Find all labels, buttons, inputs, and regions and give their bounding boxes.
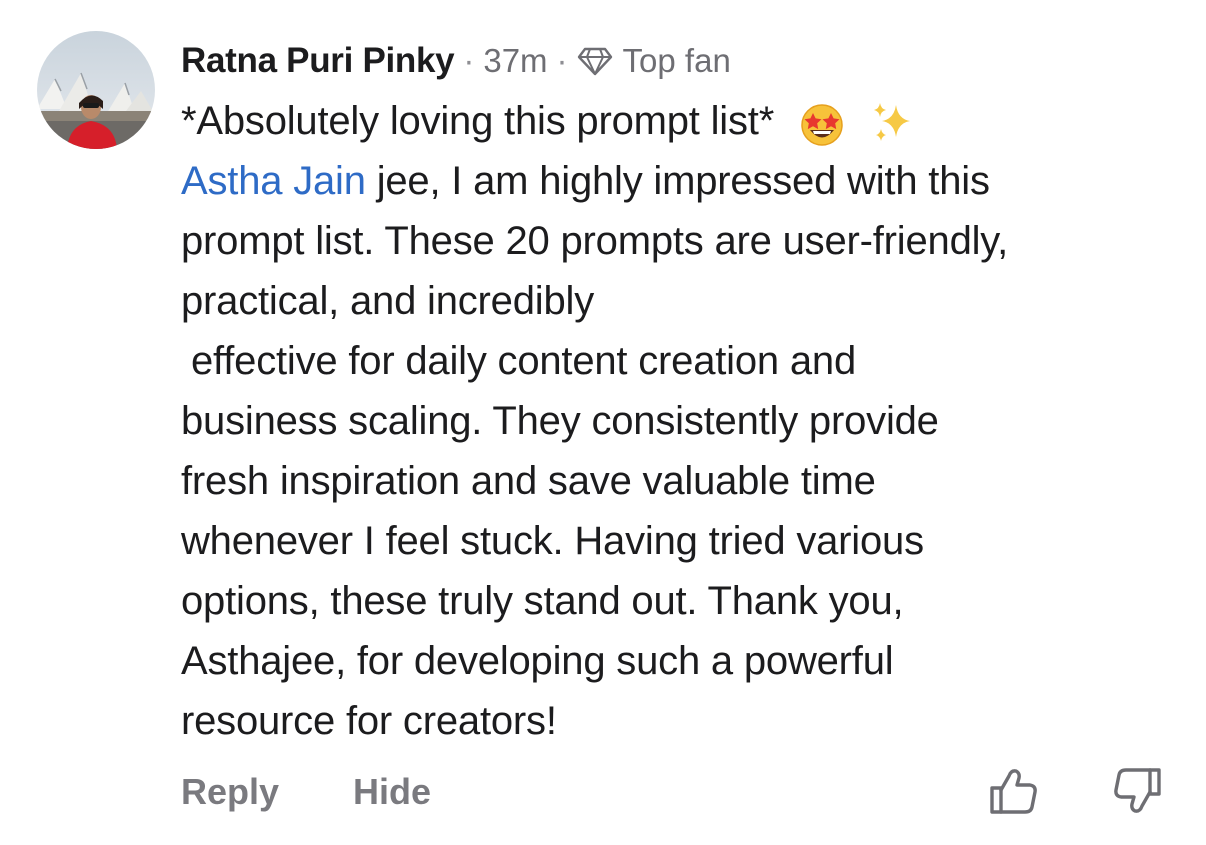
- diamond-icon: [577, 47, 612, 76]
- comment-time[interactable]: 37m: [483, 42, 547, 80]
- thumbs-up-icon[interactable]: [987, 764, 1041, 818]
- comment-text: jee, I am highly impressed with this: [365, 159, 990, 203]
- comment-line: fresh inspiration and save valuable time: [181, 459, 876, 503]
- comment-line: Astha Jain jee, I am highly impressed wi…: [181, 151, 1191, 211]
- top-fan-badge: Top fan: [622, 42, 731, 79]
- thumbs-down-icon[interactable]: [1110, 764, 1164, 818]
- comment-body: *Absolutely loving this prompt list* Ast…: [181, 91, 1191, 751]
- comment-text: *Absolutely loving this prompt list*: [181, 99, 775, 143]
- comment-line: Asthajee, for developing such a powerful: [181, 639, 894, 683]
- comment-line: *Absolutely loving this prompt list*: [181, 91, 1191, 151]
- mention-link[interactable]: Astha Jain: [181, 159, 366, 203]
- comment-line: whenever I feel stuck. Having tried vari…: [181, 519, 924, 563]
- hide-button[interactable]: Hide: [353, 771, 431, 813]
- separator: ·: [463, 42, 475, 79]
- reply-button[interactable]: Reply: [181, 771, 279, 813]
- comment: Ratna Puri Pinky · 37m · Top fan *Absolu…: [0, 0, 1206, 845]
- separator: ·: [556, 42, 568, 79]
- sparkles-emoji: [873, 103, 910, 142]
- comment-line: resource for creators!: [181, 699, 557, 743]
- comment-line: practical, and incredibly: [181, 279, 594, 323]
- comment-actions: Reply Hide: [181, 766, 431, 818]
- comment-line: options, these truly stand out. Thank yo…: [181, 579, 904, 623]
- comment-line: effective for daily content creation and: [191, 339, 857, 383]
- author-name[interactable]: Ratna Puri Pinky: [181, 41, 455, 81]
- comment-header: Ratna Puri Pinky · 37m · Top fan: [181, 38, 731, 84]
- avatar[interactable]: [37, 31, 155, 149]
- star-struck-emoji: [801, 104, 843, 147]
- comment-line: business scaling. They consistently prov…: [181, 399, 939, 443]
- comment-line: prompt list. These 20 prompts are user-f…: [181, 219, 1009, 263]
- avatar-photo: [37, 31, 155, 149]
